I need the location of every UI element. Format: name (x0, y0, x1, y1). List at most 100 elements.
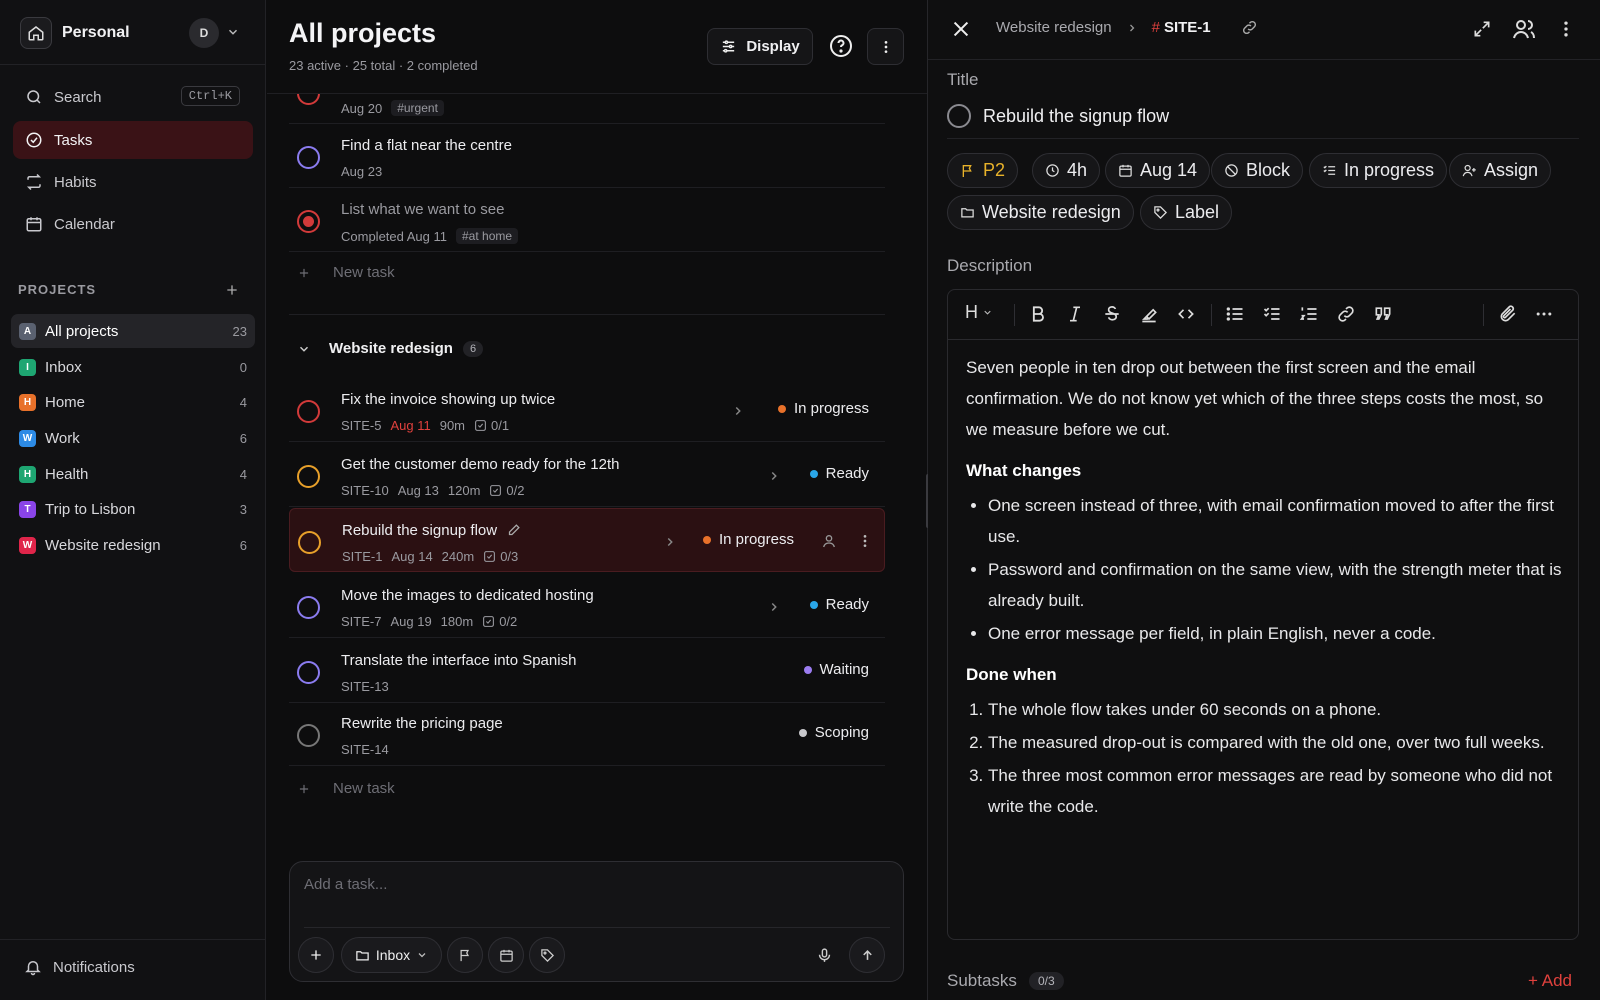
highlighter-icon[interactable] (1139, 304, 1159, 324)
add-subtask-button[interactable]: + Add (1528, 971, 1572, 991)
project-health[interactable]: H Health 4 (11, 457, 255, 491)
task-checkbox[interactable] (297, 94, 320, 105)
chevron-right-icon[interactable] (767, 600, 781, 614)
task-row-selected[interactable]: Rebuild the signup flow SITE-1 Aug 14 24… (289, 508, 885, 572)
pencil-icon[interactable] (507, 522, 522, 537)
task-row[interactable]: Translate the interface into Spanish SIT… (289, 639, 885, 703)
bullet-list-icon[interactable] (1225, 304, 1245, 324)
block-chip[interactable]: Block (1211, 153, 1304, 188)
task-row[interactable]: Get the customer demo ready for the 12th… (289, 443, 885, 507)
task-checkbox[interactable] (947, 104, 971, 128)
date-chip[interactable]: Aug 14 (1105, 153, 1211, 188)
new-task-button[interactable]: New task (297, 264, 395, 281)
description-content[interactable]: Seven people in ten drop out between the… (966, 352, 1564, 824)
nav-search[interactable]: Search Ctrl+K (13, 78, 253, 116)
project-trip-to-lisbon[interactable]: T Trip to Lisbon 3 (11, 492, 255, 526)
chevron-down-icon[interactable] (226, 25, 240, 39)
ordered-list-icon[interactable] (1299, 304, 1319, 324)
project-website-redesign[interactable]: W Website redesign 6 (11, 528, 255, 562)
more-horizontal-icon[interactable] (1534, 304, 1554, 324)
strikethrough-icon[interactable] (1102, 304, 1122, 324)
project-home[interactable]: H Home 4 (11, 385, 255, 419)
task-meta: SITE-13 (341, 679, 398, 694)
task-checkbox[interactable] (297, 596, 320, 619)
status-badge[interactable]: Ready (809, 596, 869, 613)
submit-button[interactable] (849, 937, 885, 973)
project-inbox[interactable]: I Inbox 0 (11, 350, 255, 384)
status-badge[interactable]: Waiting (803, 661, 869, 678)
paperclip-icon[interactable] (1498, 304, 1518, 324)
project-picker[interactable]: Inbox (341, 937, 442, 973)
display-button[interactable]: Display (707, 28, 813, 65)
assign-chip[interactable]: Assign (1449, 153, 1552, 188)
new-task-button[interactable]: New task (297, 780, 395, 797)
search-icon (27, 90, 41, 104)
project-chip[interactable]: Website redesign (947, 195, 1134, 230)
add-button[interactable] (298, 937, 334, 973)
task-row[interactable]: List what we want to see Completed Aug 1… (289, 188, 885, 252)
help-icon[interactable] (829, 34, 853, 58)
status-badge[interactable]: In progress (777, 400, 869, 417)
status-badge[interactable]: Scoping (798, 724, 869, 741)
ban-icon (1225, 164, 1238, 177)
task-title-text[interactable]: Rebuild the signup flow (983, 106, 1169, 127)
plus-icon[interactable] (224, 282, 240, 298)
more-vertical-icon[interactable] (1556, 19, 1576, 39)
project-all[interactable]: A All projects 23 (11, 314, 255, 348)
task-checkbox[interactable] (298, 531, 321, 554)
italic-icon[interactable] (1065, 304, 1085, 324)
status-chip[interactable]: In progress (1309, 153, 1448, 188)
task-checkbox-completed[interactable] (297, 210, 320, 233)
nav-habits[interactable]: Habits (13, 163, 253, 201)
group-header-website-redesign[interactable]: Website redesign 6 (297, 340, 484, 357)
nav-tasks[interactable]: Tasks (13, 121, 253, 159)
description-intro: Seven people in ten drop out between the… (966, 358, 1544, 439)
more-vertical-icon[interactable] (857, 533, 873, 549)
workspace-switcher[interactable]: Personal D (20, 16, 250, 50)
status-badge[interactable]: In progress (702, 531, 794, 548)
quote-icon[interactable] (1373, 304, 1393, 324)
link-icon[interactable] (1241, 19, 1258, 36)
task-row[interactable]: Move the images to dedicated hosting SIT… (289, 574, 885, 638)
avatar[interactable]: D (189, 18, 219, 48)
task-tag[interactable]: #urgent (391, 100, 444, 116)
task-checkbox[interactable] (297, 661, 320, 684)
checklist-icon[interactable] (1262, 304, 1282, 324)
user-icon[interactable] (821, 533, 837, 549)
task-tag[interactable]: #at home (456, 228, 519, 244)
priority-chip[interactable]: P2 (947, 153, 1019, 188)
chevron-right-icon[interactable] (731, 404, 745, 418)
estimate-chip[interactable]: 4h (1032, 153, 1101, 188)
close-icon[interactable] (950, 18, 972, 40)
heading-dropdown[interactable]: H (965, 302, 993, 323)
task-row[interactable]: Rewrite the pricing page SITE-14 Scoping (289, 702, 885, 766)
label-button[interactable] (529, 937, 565, 973)
bold-icon[interactable] (1028, 304, 1048, 324)
project-work[interactable]: W Work 6 (11, 421, 255, 455)
notifications-button[interactable]: Notifications (24, 958, 135, 976)
users-icon[interactable] (1512, 17, 1536, 41)
task-checkbox[interactable] (297, 465, 320, 488)
task-row[interactable]: Find a flat near the centre Aug 23 (289, 124, 885, 188)
task-row[interactable]: Fix the invoice showing up twice SITE-5 … (289, 378, 885, 442)
expand-icon[interactable] (1472, 19, 1492, 39)
nav-calendar[interactable]: Calendar (13, 205, 253, 243)
chevron-right-icon[interactable] (767, 469, 781, 483)
task-checkbox[interactable] (297, 724, 320, 747)
code-icon[interactable] (1176, 304, 1196, 324)
date-button[interactable] (488, 937, 524, 973)
add-task-input[interactable] (304, 876, 864, 893)
project-count: 3 (239, 501, 247, 517)
task-row[interactable]: Aug 20 #urgent (289, 94, 885, 124)
breadcrumb-project[interactable]: Website redesign (996, 19, 1112, 36)
more-options-button[interactable] (867, 28, 904, 65)
task-checkbox[interactable] (297, 146, 320, 169)
task-checkbox[interactable] (297, 400, 320, 423)
priority-button[interactable] (447, 937, 483, 973)
chevron-right-icon[interactable] (663, 535, 677, 549)
status-badge[interactable]: Ready (809, 465, 869, 482)
link-icon[interactable] (1336, 304, 1356, 324)
label-chip[interactable]: Label (1140, 195, 1233, 230)
task-title-field[interactable]: Rebuild the signup flow (947, 104, 1169, 128)
microphone-icon[interactable] (816, 947, 833, 964)
